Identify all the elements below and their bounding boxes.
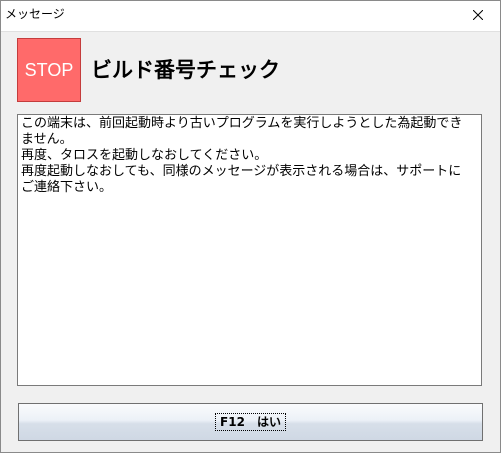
stop-sign-icon: STOP <box>17 38 81 102</box>
yes-button[interactable]: F12 はい <box>18 403 483 441</box>
message-dialog: メッセージ STOP ビルド番号チェック この端末は、前回起動時より古いプログラ… <box>0 0 501 453</box>
close-button[interactable] <box>458 2 498 28</box>
yes-button-label: F12 はい <box>215 413 286 431</box>
message-line: ご連絡下さい。 <box>21 180 113 195</box>
dialog-heading: ビルド番号チェック <box>91 58 280 82</box>
stop-label: STOP <box>24 59 74 80</box>
message-line: 再度、タロスを起動しなおしてください。 <box>21 148 268 163</box>
message-text-area[interactable]: この端末は、前回起動時より古いプログラムを実行しようとした為起動でき ません。 … <box>17 114 482 386</box>
message-line: 再度起動しなおしても、同様のメッセージが表示される場合は、サポートに <box>21 164 462 179</box>
message-line: ません。 <box>21 132 73 147</box>
window-title: メッセージ <box>5 7 65 21</box>
close-icon <box>473 10 483 20</box>
title-bar[interactable]: メッセージ <box>1 1 500 32</box>
message-line: この端末は、前回起動時より古いプログラムを実行しようとした為起動でき <box>21 116 463 131</box>
